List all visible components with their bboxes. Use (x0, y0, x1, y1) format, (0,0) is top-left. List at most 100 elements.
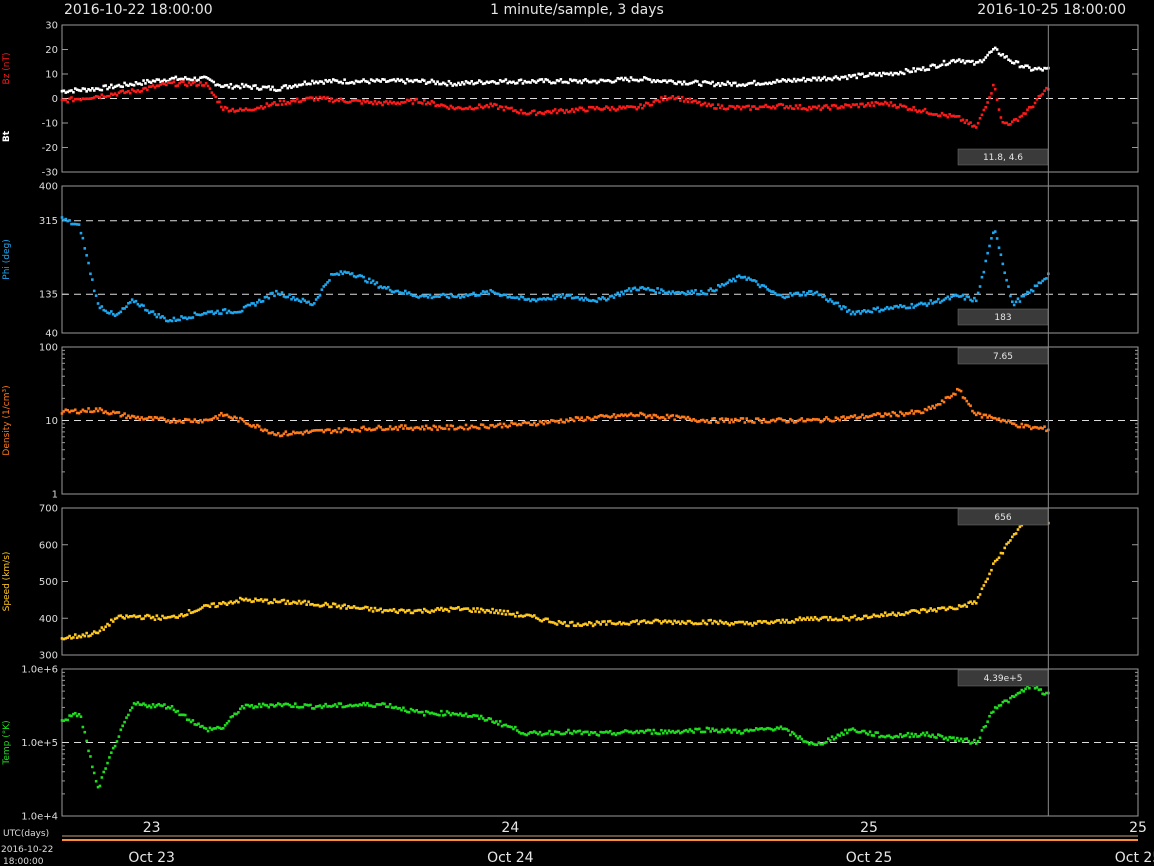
phi-data-point (96, 302, 100, 305)
temp-data-point (83, 730, 87, 734)
mag-data-point (563, 111, 566, 115)
mag-data-point (823, 75, 826, 79)
phi-data-point (130, 298, 134, 301)
speed-data-point (337, 604, 341, 608)
speed-data-point (567, 624, 570, 628)
phi-data-point (612, 296, 616, 299)
mag-data-point (553, 81, 557, 85)
mag-data-point (276, 103, 280, 107)
mag-data-point (278, 88, 282, 92)
temp-data-point (73, 711, 77, 715)
temp-data-point (128, 709, 132, 712)
phi-data-point (254, 304, 257, 307)
phi-data-point (582, 298, 585, 302)
temp-data-point (149, 706, 153, 709)
mag-data-point (214, 95, 217, 99)
temp-data-point (92, 771, 96, 775)
temp-data-point (489, 717, 492, 721)
density-data-point (462, 427, 466, 431)
density-data-point (753, 421, 756, 424)
phi-data-point (312, 302, 316, 305)
mag-data-point (870, 101, 874, 104)
mag-data-point (887, 104, 891, 107)
density-axis-label: Density (1/cm³) (2, 385, 12, 455)
mag-data-point (726, 107, 730, 110)
density-data-point (758, 419, 762, 422)
density-data-point (650, 416, 654, 419)
speed-data-point (98, 629, 102, 633)
speed-data-point (955, 607, 959, 611)
phi-data-point (974, 299, 978, 303)
phi-data-point (857, 309, 860, 313)
temp-data-point (309, 703, 312, 707)
mag-data-point (259, 87, 263, 91)
speed-data-point (185, 613, 189, 616)
speed-data-point (500, 612, 504, 616)
phi-data-point (990, 237, 993, 240)
speed-data-point (754, 622, 758, 625)
mag-data-point (519, 108, 523, 112)
temp-data-point (828, 739, 832, 742)
mag-data-point (893, 103, 896, 107)
density-data-point (235, 416, 238, 420)
mag-data-point (66, 100, 69, 104)
temp-data-point (183, 713, 187, 717)
phi-data-point (705, 292, 709, 296)
phi-data-point (986, 251, 989, 255)
density-data-point (665, 413, 669, 417)
speed-data-point (515, 611, 519, 615)
mag-data-point (140, 89, 143, 93)
speed-data-point (902, 613, 906, 617)
phi-data-point (87, 261, 90, 265)
mag-data-point (449, 82, 453, 85)
temp-data-point (974, 742, 978, 745)
mag-data-point (140, 83, 143, 86)
mag-data-point (238, 86, 242, 90)
density-data-point (436, 428, 439, 431)
phi-data-point (734, 279, 737, 283)
speed-data-point (980, 587, 984, 591)
density-data-point (912, 412, 915, 415)
density-data-point (567, 419, 570, 423)
mag-data-point (193, 76, 197, 80)
mag-data-point (144, 82, 147, 85)
temp-data-point (191, 719, 195, 722)
phi-data-point (462, 295, 466, 299)
phi-data-point (299, 300, 303, 303)
mag-data-point (115, 93, 119, 97)
density-data-point (445, 424, 449, 427)
density-data-point (477, 427, 481, 430)
mag-data-point (367, 81, 371, 85)
speed-data-point (828, 615, 832, 619)
phi-ytick-label: 40 (45, 329, 58, 340)
phi-data-point (307, 300, 310, 304)
speed-data-point (153, 618, 157, 621)
temp-data-point (231, 715, 235, 718)
speed-data-point (1001, 552, 1005, 555)
speed-data-point (108, 624, 111, 627)
mag-data-point (982, 58, 986, 62)
speed-data-point (142, 617, 145, 620)
mag-data-point (100, 88, 104, 92)
speed-data-point (491, 607, 494, 611)
mag-data-point (660, 96, 663, 99)
speed-data-point (326, 603, 329, 606)
mag-data-point (680, 82, 684, 86)
density-data-point (1018, 425, 1022, 429)
mag-data-point (561, 109, 565, 112)
temp-data-point (546, 732, 549, 735)
speed-data-point (709, 618, 713, 622)
density-data-point (978, 412, 982, 416)
speed-data-point (918, 611, 921, 615)
density-data-point (950, 394, 953, 398)
temp-data-point (477, 717, 481, 720)
temp-data-point (707, 727, 711, 730)
temp-data-point (115, 740, 119, 743)
speed-data-point (495, 609, 498, 612)
speed-data-point (796, 618, 800, 622)
mag-data-point (476, 106, 479, 110)
mag-data-point (404, 100, 407, 104)
density-data-point (637, 414, 640, 417)
density-data-point (92, 410, 96, 413)
mag-data-point (415, 97, 419, 101)
